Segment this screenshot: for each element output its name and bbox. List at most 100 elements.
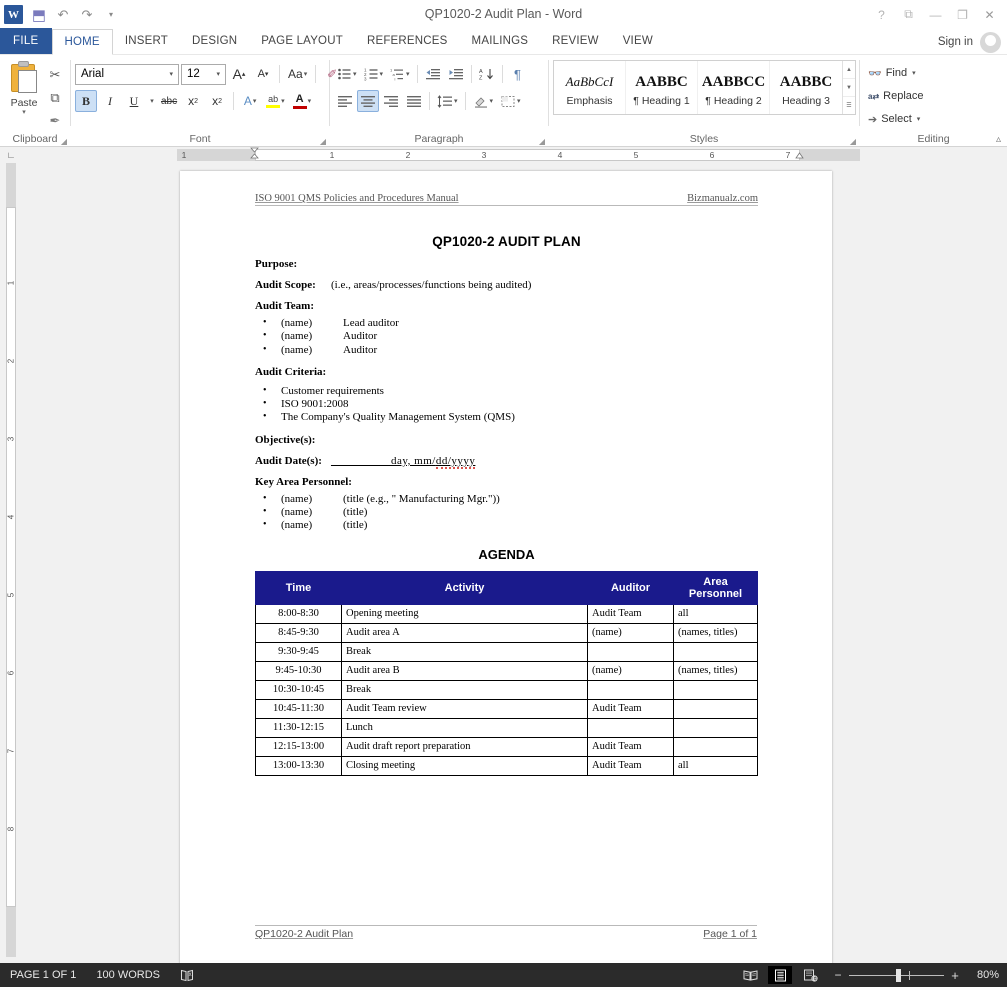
- table-row[interactable]: 8:00-8:30 Opening meeting Audit Team all: [256, 604, 758, 623]
- table-row[interactable]: 13:00-13:30 Closing meeting Audit Team a…: [256, 756, 758, 775]
- close-button[interactable]: ✕: [976, 4, 1003, 26]
- show-formatting-marks-icon[interactable]: ¶: [507, 63, 529, 85]
- tab-design[interactable]: DESIGN: [180, 28, 249, 54]
- styles-scroll-up-icon[interactable]: ▲: [843, 61, 855, 79]
- tab-references[interactable]: REFERENCES: [355, 28, 460, 54]
- document-page[interactable]: ISO 9001 QMS Policies and Procedures Man…: [180, 171, 832, 963]
- styles-more-icon[interactable]: ☰: [843, 97, 855, 114]
- change-case-icon[interactable]: Aa▾: [285, 63, 310, 85]
- right-indent-marker[interactable]: [795, 152, 804, 161]
- zoom-out-button[interactable]: −: [832, 968, 844, 982]
- tab-review[interactable]: REVIEW: [540, 28, 611, 54]
- table-row[interactable]: 12:15-13:00 Audit draft report preparati…: [256, 737, 758, 756]
- text-effects-icon[interactable]: A▾: [239, 90, 261, 112]
- tab-page-layout[interactable]: PAGE LAYOUT: [249, 28, 355, 54]
- read-mode-view-button[interactable]: [738, 966, 762, 984]
- tab-view[interactable]: VIEW: [611, 28, 665, 54]
- minimize-button[interactable]: —: [922, 4, 949, 26]
- style-heading-2[interactable]: AABBCС ¶ Heading 2: [698, 61, 770, 114]
- proofing-errors-icon[interactable]: x: [170, 969, 204, 982]
- redo-icon[interactable]: ↷: [76, 4, 98, 26]
- table-row[interactable]: 8:45-9:30 Audit area A (name) (names, ti…: [256, 623, 758, 642]
- style-heading-3[interactable]: AABBC Heading 3: [770, 61, 842, 114]
- tab-mailings[interactable]: MAILINGS: [460, 28, 541, 54]
- line-spacing-icon[interactable]: ▾: [434, 90, 461, 112]
- paragraph-dialog-launcher-icon[interactable]: ◢: [539, 137, 545, 146]
- document-header[interactable]: ISO 9001 QMS Policies and Procedures Man…: [255, 193, 758, 206]
- customize-quick-access-toolbar-icon[interactable]: ▾: [100, 4, 122, 26]
- find-chevron-down-icon[interactable]: ▾: [912, 69, 916, 77]
- help-button[interactable]: ?: [868, 4, 895, 26]
- document-footer[interactable]: QP1020-2 Audit Plan Page 1 of 1: [255, 925, 757, 940]
- zoom-level-label[interactable]: 80%: [971, 969, 999, 981]
- numbering-icon[interactable]: 123 ▾: [361, 63, 387, 85]
- undo-icon[interactable]: ↶: [52, 4, 74, 26]
- find-button[interactable]: 👓 Find ▾: [864, 62, 920, 84]
- justify-icon[interactable]: [403, 90, 425, 112]
- tab-insert[interactable]: INSERT: [113, 28, 180, 54]
- document-canvas[interactable]: ISO 9001 QMS Policies and Procedures Man…: [22, 163, 1007, 963]
- styles-scroll-down-icon[interactable]: ▼: [843, 79, 855, 97]
- styles-gallery-scrollbar[interactable]: ▲ ▼ ☰: [842, 61, 855, 114]
- first-line-indent-marker[interactable]: [250, 147, 259, 161]
- zoom-in-button[interactable]: +: [949, 968, 961, 983]
- grow-font-icon[interactable]: A▴: [228, 63, 250, 85]
- font-color-icon[interactable]: A ▾: [290, 90, 315, 112]
- replace-button[interactable]: a⇄ Replace: [864, 85, 928, 107]
- page-indicator[interactable]: PAGE 1 OF 1: [0, 969, 86, 981]
- font-name-combobox[interactable]: Arial ▾: [75, 64, 179, 85]
- table-row[interactable]: 10:45-11:30 Audit Team review Audit Team: [256, 699, 758, 718]
- shrink-font-icon[interactable]: A▾: [252, 63, 274, 85]
- select-chevron-down-icon[interactable]: ▾: [917, 115, 921, 123]
- align-center-icon[interactable]: [357, 90, 379, 112]
- table-row[interactable]: 9:30-9:45 Break: [256, 642, 758, 661]
- zoom-slider-track[interactable]: [849, 975, 944, 976]
- strikethrough-button[interactable]: abc: [158, 90, 180, 112]
- font-size-combobox[interactable]: 12 ▾: [181, 64, 226, 85]
- sign-in-link[interactable]: Sign in: [938, 29, 973, 55]
- shading-icon[interactable]: ▾: [470, 90, 497, 112]
- table-row[interactable]: 9:45-10:30 Audit area B (name) (names, t…: [256, 661, 758, 680]
- styles-dialog-launcher-icon[interactable]: ◢: [850, 137, 856, 146]
- decrease-indent-icon[interactable]: [422, 63, 444, 85]
- sort-icon[interactable]: AZ: [476, 63, 498, 85]
- text-highlight-color-icon[interactable]: ab ▾: [263, 90, 288, 112]
- tab-file[interactable]: FILE: [0, 28, 52, 54]
- align-left-icon[interactable]: [334, 90, 356, 112]
- style-heading-1[interactable]: AABBC ¶ Heading 1: [626, 61, 698, 114]
- multilevel-list-icon[interactable]: 1ai ▾: [387, 63, 413, 85]
- borders-icon[interactable]: ▾: [497, 90, 524, 112]
- subscript-button[interactable]: x2: [182, 90, 204, 112]
- align-right-icon[interactable]: [380, 90, 402, 112]
- zoom-slider-thumb[interactable]: [896, 969, 901, 982]
- copy-icon[interactable]: ⧉: [44, 87, 66, 108]
- paste-dropdown-arrow-icon[interactable]: ▾: [22, 109, 26, 116]
- italic-button[interactable]: I: [99, 90, 121, 112]
- restore-button[interactable]: ❐: [949, 4, 976, 26]
- font-dialog-launcher-icon[interactable]: ◢: [320, 137, 326, 146]
- vertical-ruler[interactable]: 1 2 3 4 5 6 7 8: [0, 163, 22, 963]
- collapse-ribbon-icon[interactable]: ▵: [996, 134, 1001, 145]
- tab-stop-selector-icon[interactable]: ∟: [0, 147, 22, 163]
- underline-button[interactable]: U: [123, 90, 145, 112]
- web-layout-view-button[interactable]: [798, 966, 822, 984]
- save-icon[interactable]: ⬒: [28, 4, 50, 26]
- font-name-chevron-down-icon[interactable]: ▾: [166, 70, 176, 78]
- word-count[interactable]: 100 WORDS: [86, 969, 170, 981]
- underline-chevron-down-icon[interactable]: ▾: [147, 90, 156, 112]
- superscript-button[interactable]: x2: [206, 90, 228, 112]
- tab-home[interactable]: HOME: [52, 29, 113, 55]
- select-button[interactable]: ➔ Select ▾: [864, 108, 924, 130]
- account-avatar-icon[interactable]: [980, 32, 1001, 53]
- table-row[interactable]: 10:30-10:45 Break: [256, 680, 758, 699]
- zoom-slider[interactable]: − +: [832, 968, 961, 983]
- print-layout-view-button[interactable]: [768, 966, 792, 984]
- ribbon-display-options-button[interactable]: ⧉: [895, 4, 922, 26]
- bullets-icon[interactable]: ▾: [334, 63, 360, 85]
- bold-button[interactable]: B: [75, 90, 97, 112]
- paste-button[interactable]: Paste ▾: [4, 62, 44, 116]
- cut-icon[interactable]: ✂: [44, 64, 66, 85]
- format-painter-icon[interactable]: ✒: [44, 110, 66, 131]
- horizontal-ruler[interactable]: ∟ 1 1 2 3 4 5 6 7: [0, 147, 1007, 163]
- agenda-table[interactable]: Time Activity Auditor Area Personnel 8:0…: [255, 571, 758, 776]
